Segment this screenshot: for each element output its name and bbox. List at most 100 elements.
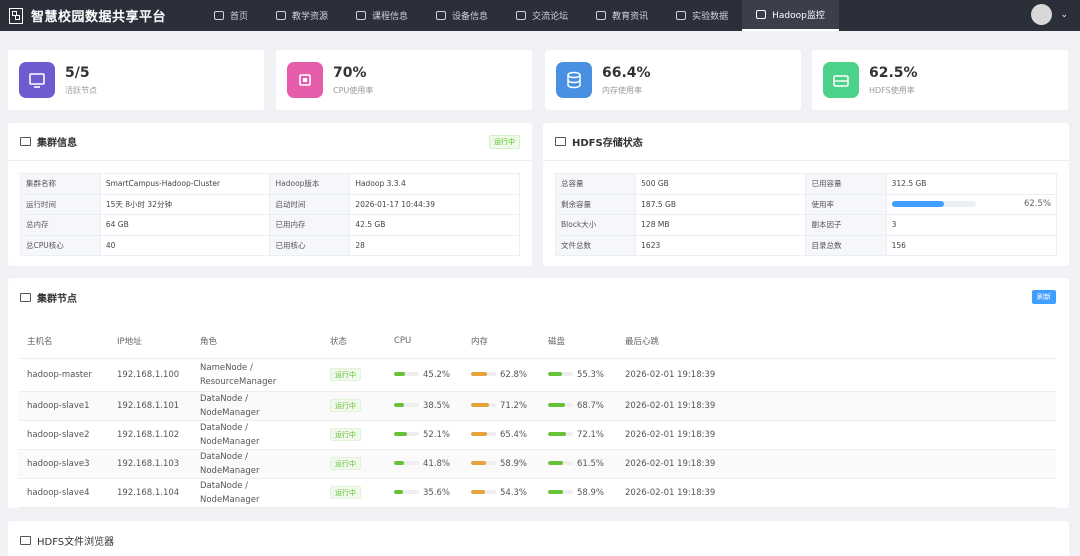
- avatar[interactable]: [1031, 4, 1053, 25]
- refresh-button[interactable]: 刷新: [1032, 290, 1056, 304]
- nav-item-1[interactable]: 教学资源: [262, 0, 342, 31]
- stat-label: 活跃节点: [65, 85, 97, 95]
- table-row: 总内存 64 GB 已用内存 42.5 GB: [20, 214, 520, 236]
- disk-value: 61.5%: [577, 458, 605, 469]
- field-label: 副本因子: [805, 214, 887, 236]
- cluster-nodes-panel: 集群节点 刷新 主机名 IP地址 角色 状态 CPU 内存 磁盘 最后心跳 hadoop-mas…: [8, 278, 1069, 508]
- nav-item-7[interactable]: Hadoop监控: [742, 0, 839, 31]
- ip-address: 192.168.1.101: [108, 391, 191, 421]
- status-badge: 运行中: [330, 486, 361, 499]
- nav-item-3[interactable]: 设备信息: [422, 0, 502, 31]
- column-header: 角色: [191, 325, 321, 359]
- user-menu[interactable]: ⌄: [1031, 4, 1068, 25]
- field-value: 15天 8小时 32分钟: [99, 193, 271, 215]
- stat-card-0: 5/5 活跃节点: [8, 50, 264, 110]
- column-header: 主机名: [18, 325, 108, 359]
- cpu-usage-bar: [394, 461, 419, 465]
- document-icon: [596, 11, 607, 20]
- hdfs-usage-text: 62.5%: [1023, 199, 1051, 210]
- app-logo[interactable]: 智慧校园数据共享平台: [0, 6, 200, 25]
- building-icon: [9, 7, 23, 24]
- field-value: 42.5 GB: [349, 214, 520, 236]
- nav-item-label: Hadoop监控: [772, 11, 825, 21]
- field-label: 文件总数: [554, 234, 637, 256]
- role: DataNode / NodeManager: [191, 391, 321, 421]
- monitor-icon: [19, 62, 55, 98]
- field-value: 28: [349, 234, 520, 256]
- folder-icon: [555, 137, 566, 146]
- table-row[interactable]: hadoop-master 192.168.1.100 NameNode / Res…: [18, 358, 1056, 392]
- disk-value: 68.7%: [577, 400, 605, 411]
- field-value: 2026-01-17 10:44:39: [349, 193, 520, 215]
- table-row: 剩余容量 187.5 GB 使用率 62.5%: [554, 193, 1058, 215]
- status-badge: 运行中: [489, 134, 520, 149]
- book-icon: [356, 11, 367, 20]
- role: DataNode / NodeManager: [191, 420, 321, 450]
- ip-address: 192.168.1.104: [108, 478, 191, 508]
- hdfs-status-title: HDFS存储状态: [572, 138, 643, 149]
- stat-card-1: 70% CPU使用率: [276, 50, 532, 110]
- gear-icon: [756, 10, 767, 19]
- cluster-info-title: 集群信息: [37, 138, 77, 149]
- nav-item-6[interactable]: 实验数据: [662, 0, 742, 31]
- chevron-down-icon[interactable]: ⌄: [1060, 10, 1068, 20]
- disk-usage-bar: [548, 461, 573, 465]
- hostname: hadoop-slave1: [18, 391, 108, 421]
- mem-usage-bar: [471, 461, 496, 465]
- nav-item-5[interactable]: 教育资讯: [582, 0, 662, 31]
- field-value: SmartCampus-Hadoop-Cluster: [99, 173, 271, 195]
- monitor-icon: [20, 137, 31, 146]
- table-row[interactable]: hadoop-slave4 192.168.1.104 DataNode / Nod…: [18, 478, 1056, 508]
- app-title: 智慧校园数据共享平台: [31, 10, 167, 25]
- role: NameNode / ResourceManager: [191, 358, 321, 392]
- status-badge: 运行中: [330, 368, 361, 381]
- column-header: 磁盘: [539, 325, 616, 359]
- last-heartbeat: 2026-02-01 19:18:39: [616, 478, 1056, 508]
- stat-card-3: 62.5% HDFS使用率: [812, 50, 1068, 110]
- hostname: hadoop-master: [18, 358, 108, 392]
- cpu-icon: [287, 62, 323, 98]
- nav-item-0[interactable]: 首页: [200, 0, 262, 31]
- nav-item-2[interactable]: 课程信息: [342, 0, 422, 31]
- monitor-icon: [20, 292, 31, 302]
- status-badge: 运行中: [330, 457, 361, 470]
- home-icon: [214, 11, 224, 20]
- field-label: 启动时间: [269, 193, 351, 215]
- nav-item-label: 首页: [230, 12, 249, 22]
- field-label: 已用核心: [269, 234, 351, 256]
- ip-address: 192.168.1.102: [108, 420, 191, 450]
- nav-item-label: 课程信息: [372, 12, 409, 22]
- mem-usage-bar: [471, 490, 496, 494]
- table-row: 总容量 500 GB 已用容量 312.5 GB: [554, 173, 1058, 195]
- table-row[interactable]: hadoop-slave1 192.168.1.101 DataNode / Nod…: [18, 391, 1056, 421]
- table-row: 总CPU核心 40 已用核心 28: [20, 234, 520, 256]
- cluster-info-panel: 集群信息 运行中 集群名称 SmartCampus-Hadoop-Cluster H…: [8, 123, 532, 266]
- mem-value: 58.9%: [500, 458, 528, 469]
- disk-usage-bar: [548, 432, 573, 436]
- nodes-table: 主机名 IP地址 角色 状态 CPU 内存 磁盘 最后心跳 hadoop-master 192.1…: [18, 325, 1056, 508]
- mem-usage-bar: [471, 372, 496, 376]
- table-row[interactable]: hadoop-slave2 192.168.1.102 DataNode / Nod…: [18, 420, 1056, 450]
- field-value: 312.5 GB: [885, 173, 1058, 195]
- stat-label: HDFS使用率: [869, 85, 915, 95]
- hdfs-browser-panel: HDFS文件浏览器: [8, 521, 1069, 556]
- table-row: 运行时间 15天 8小时 32分钟 启动时间 2026-01-17 10:44:39: [20, 193, 520, 215]
- last-heartbeat: 2026-02-01 19:18:39: [616, 420, 1056, 450]
- monitor-icon: [436, 11, 447, 20]
- mem-value: 65.4%: [500, 429, 528, 440]
- cpu-value: 52.1%: [423, 429, 451, 440]
- field-value: 1623: [635, 234, 807, 256]
- table-row[interactable]: hadoop-slave3 192.168.1.103 DataNode / Nod…: [18, 449, 1056, 479]
- disk-value: 55.3%: [577, 369, 605, 380]
- nav-item-label: 设备信息: [452, 12, 489, 22]
- nav-item-4[interactable]: 交流论坛: [502, 0, 582, 31]
- field-value: Hadoop 3.3.4: [349, 173, 520, 195]
- cpu-usage-bar: [394, 490, 419, 494]
- cpu-value: 45.2%: [423, 369, 451, 380]
- field-value: 128 MB: [635, 214, 807, 236]
- hdfs-usage-bar: [891, 201, 976, 208]
- cpu-value: 35.6%: [423, 487, 451, 498]
- folder-icon: [276, 11, 287, 20]
- cluster-info-table: 集群名称 SmartCampus-Hadoop-Cluster Hadoop版本 Ha…: [20, 173, 520, 256]
- storage-icon: [823, 62, 859, 98]
